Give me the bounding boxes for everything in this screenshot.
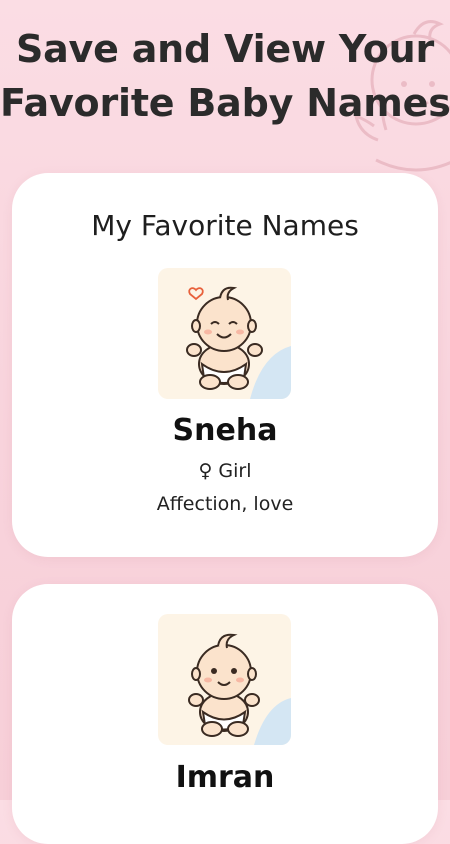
headline-line-2: Favorite Baby Names bbox=[0, 81, 450, 125]
gender-label: ♀ Girl bbox=[198, 460, 252, 482]
baby-illustration-icon bbox=[188, 633, 291, 745]
baby-illustration-icon bbox=[186, 286, 291, 399]
baby-name: Sneha bbox=[172, 413, 278, 448]
baby-avatar bbox=[158, 614, 291, 745]
favorite-name-card-2: Imran bbox=[12, 584, 438, 844]
favorite-names-card: My Favorite Names Sneha ♀ Girl Affection… bbox=[12, 173, 438, 557]
page-headline: Save and View Your Favorite Baby Names bbox=[0, 22, 450, 130]
section-title: My Favorite Names bbox=[91, 209, 359, 242]
baby-avatar bbox=[158, 268, 291, 399]
name-meaning: Affection, love bbox=[156, 493, 294, 515]
headline-line-1: Save and View Your bbox=[15, 27, 435, 71]
baby-name: Imran bbox=[175, 760, 275, 795]
